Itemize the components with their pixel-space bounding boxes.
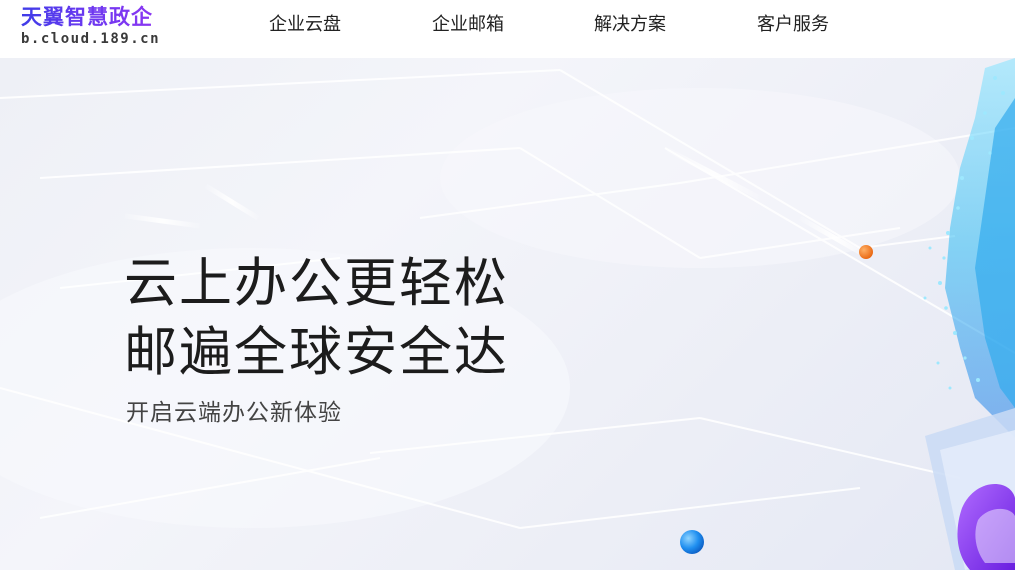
logo-url: b.cloud.189.cn [21, 31, 161, 47]
top-header: 天翼智慧政企 b.cloud.189.cn 企业云盘 企业邮箱 解决方案 客户服… [0, 0, 1015, 58]
hero-subheadline: 开启云端办公新体验 [126, 400, 342, 426]
nav-item-solutions[interactable]: 解决方案 [594, 10, 666, 36]
nav-item-enterprise-mail[interactable]: 企业邮箱 [432, 10, 504, 36]
hero-headline-line1: 云上办公更轻松 [124, 253, 509, 314]
hero-banner[interactable]: 云上办公更轻松 邮遍全球安全达 开启云端办公新体验 [0, 58, 1015, 570]
hero-headline-line2: 邮遍全球安全达 [124, 322, 509, 383]
logo[interactable]: 天翼智慧政企 b.cloud.189.cn [21, 4, 181, 54]
nav-item-customer-service[interactable]: 客户服务 [757, 10, 829, 36]
logo-name: 天翼智慧政企 [21, 5, 153, 29]
hero-background-graphic [0, 58, 1015, 570]
page: 天翼智慧政企 b.cloud.189.cn 企业云盘 企业邮箱 解决方案 客户服… [0, 0, 1015, 570]
nav-item-enterprise-cloud-disk[interactable]: 企业云盘 [269, 10, 341, 36]
